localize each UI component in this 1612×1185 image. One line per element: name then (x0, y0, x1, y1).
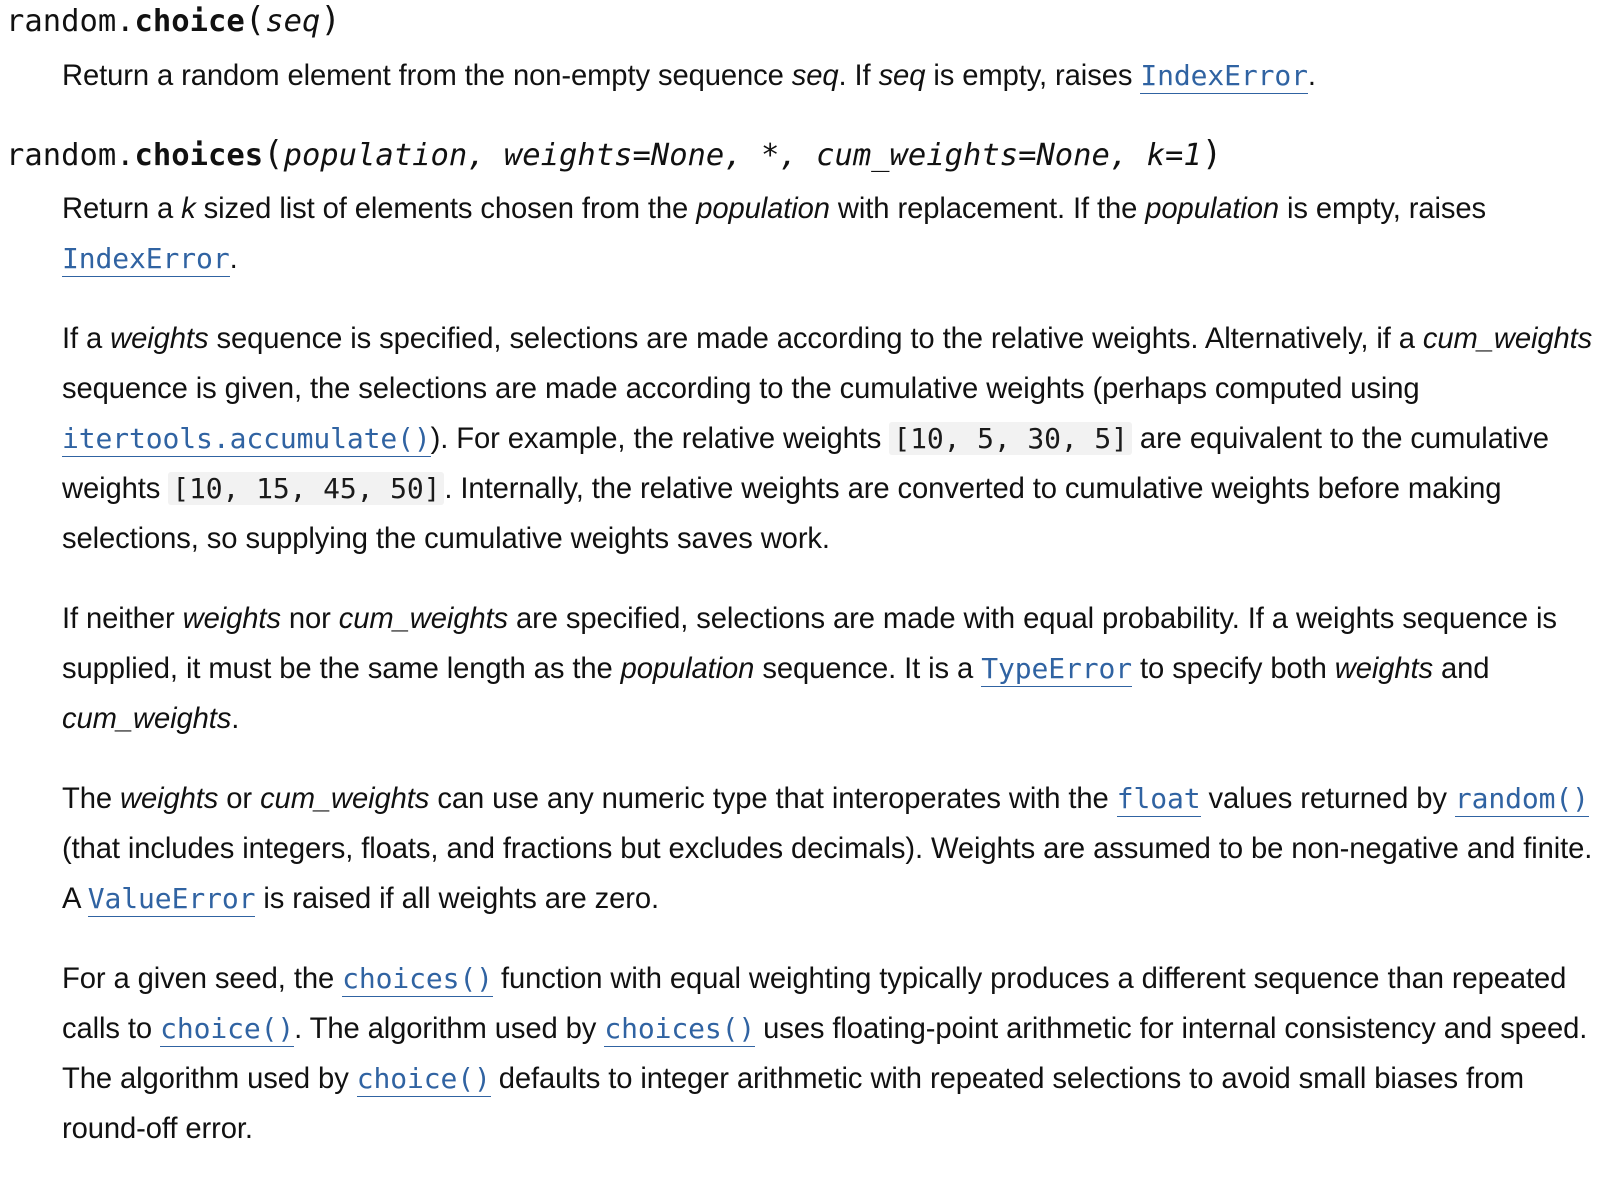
param-cum-weights: cum_weights (338, 603, 509, 635)
link-choices[interactable]: choices() (604, 1012, 755, 1045)
signature-open-paren: ( (263, 134, 284, 174)
signature-params: population, weights=None, *, cum_weights… (283, 138, 1202, 173)
text: . The algorithm used by (294, 1013, 605, 1045)
choices-paragraph-1: Return a k sized list of elements chosen… (62, 184, 1612, 284)
text: values returned by (1200, 783, 1455, 815)
choice-paragraph: Return a random element from the non-emp… (62, 51, 1612, 101)
choices-paragraph-2: If a weights sequence is specified, sele… (62, 314, 1612, 564)
link-valueerror[interactable]: ValueError (88, 882, 256, 915)
text: with replacement. If the (829, 193, 1146, 225)
param-seq: seq (878, 60, 926, 92)
choices-paragraph-4: The weights or cum_weights can use any n… (62, 774, 1612, 924)
choice-description: Return a random element from the non-emp… (62, 51, 1612, 101)
text: The (62, 783, 121, 815)
choices-paragraph-5: For a given seed, the choices() function… (62, 954, 1612, 1154)
text: If a (62, 323, 111, 355)
text: is empty, raises (1279, 193, 1487, 225)
link-indexerror[interactable]: IndexError (1140, 59, 1308, 92)
param-population: population (1145, 193, 1280, 225)
param-weights: weights (120, 783, 219, 815)
text: sequence. It is a (754, 653, 982, 685)
text: Return a (62, 193, 182, 225)
signature-close-paren: ) (1201, 134, 1223, 174)
param-weights: weights (110, 323, 209, 355)
text: to specify both (1132, 653, 1335, 685)
text: . (229, 243, 238, 275)
link-choices[interactable]: choices() (342, 962, 493, 995)
text: Return a random element from the non-emp… (62, 60, 792, 92)
signature-function-name: choices (134, 138, 264, 173)
text: . If (838, 60, 879, 92)
doc-page: random.choice(seq) Return a random eleme… (0, 0, 1612, 1154)
text: For a given seed, the (62, 963, 343, 995)
text: ). For example, the relative weights (430, 423, 890, 455)
text: is empty, raises (925, 60, 1141, 92)
text: . (1307, 60, 1316, 92)
signature-random-choices: random.choices(population, weights=None,… (6, 132, 1612, 178)
text: If neither (62, 603, 183, 635)
param-population: population (620, 653, 755, 685)
code-cumulative-weights: [10, 15, 45, 50] (168, 472, 445, 505)
text: or (218, 783, 261, 815)
param-seq: seq (791, 60, 839, 92)
signature-module: random. (6, 4, 135, 39)
text: sequence is given, the selections are ma… (62, 373, 1420, 405)
signature-close-paren: ) (320, 0, 341, 40)
param-cum-weights: cum_weights (62, 703, 232, 735)
link-indexerror[interactable]: IndexError (62, 242, 230, 275)
text: and (1433, 653, 1490, 685)
link-choice[interactable]: choice() (357, 1062, 491, 1095)
link-typeerror[interactable]: TypeError (981, 652, 1132, 685)
param-weights: weights (1334, 653, 1434, 685)
param-weights: weights (182, 603, 281, 635)
choices-paragraph-3: If neither weights nor cum_weights are s… (62, 594, 1612, 744)
text: is raised if all weights are zero. (255, 883, 660, 915)
text: . (231, 703, 240, 735)
param-cum-weights: cum_weights (1422, 323, 1593, 355)
link-random[interactable]: random() (1455, 782, 1589, 815)
text: can use any numeric type that interopera… (429, 783, 1117, 815)
param-population: population (696, 193, 830, 225)
text: nor (280, 603, 339, 635)
link-float[interactable]: float (1117, 782, 1201, 815)
signature-module: random. (6, 138, 135, 173)
param-k: k (181, 193, 196, 225)
link-choice[interactable]: choice() (160, 1012, 294, 1045)
param-cum-weights: cum_weights (260, 783, 430, 815)
link-itertools-accumulate[interactable]: itertools.accumulate() (62, 422, 431, 455)
signature-open-paren: ( (244, 0, 266, 40)
code-relative-weights: [10, 5, 30, 5] (889, 422, 1132, 455)
signature-params: seq (265, 4, 321, 39)
signature-function-name: choice (134, 4, 245, 39)
signature-random-choice: random.choice(seq) (6, 0, 1612, 44)
choices-description: Return a k sized list of elements chosen… (62, 184, 1612, 1154)
text: sequence is specified, selections are ma… (208, 323, 1423, 355)
text: sized list of elements chosen from the (195, 193, 697, 225)
